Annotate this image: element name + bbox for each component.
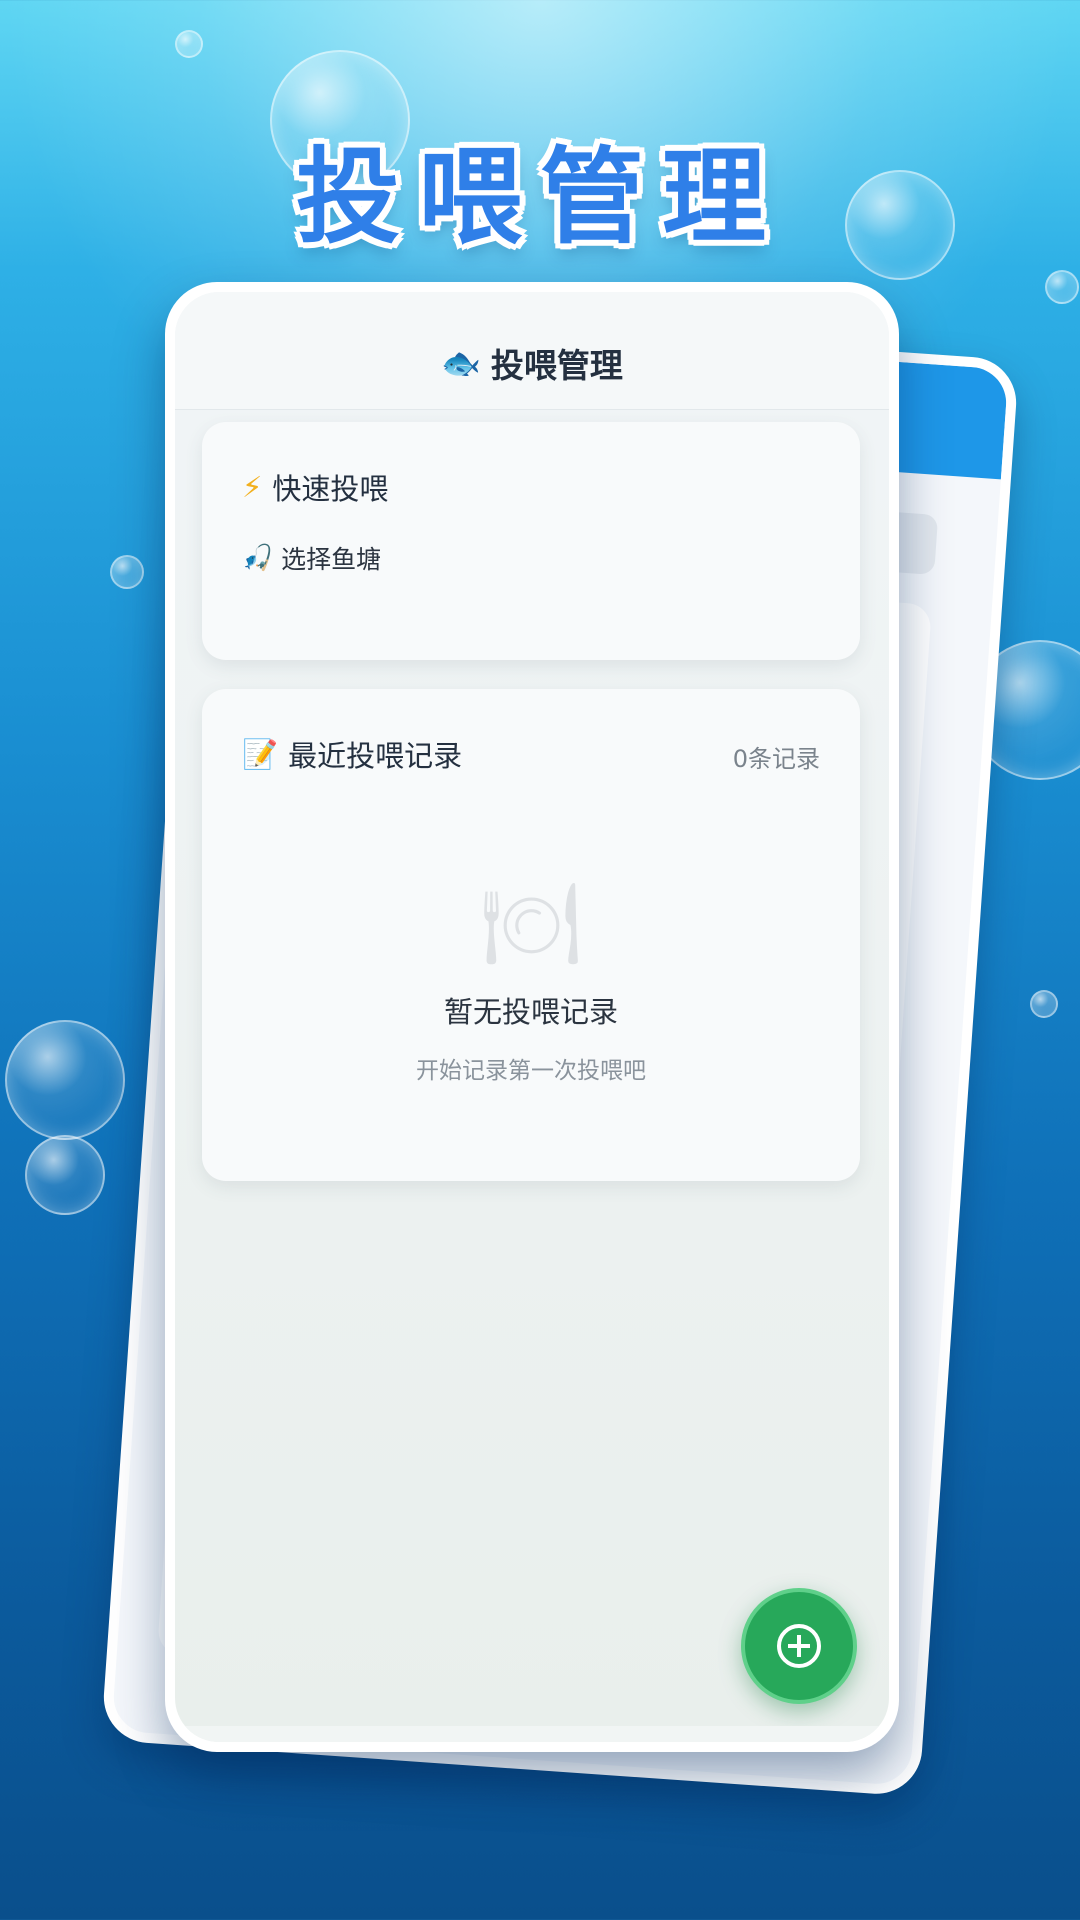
recent-records-title: 📝 最近投喂记录 bbox=[242, 733, 462, 775]
memo-icon: 📝 bbox=[242, 736, 279, 771]
quick-feed-title-text: 快速投喂 bbox=[272, 472, 389, 506]
bubble-decoration bbox=[1045, 270, 1079, 304]
phone-mockup: 🐟 投喂管理 ⚡ 快速投喂 🎣 选择鱼塘 📝 最近投喂记录 0条记录 🍽 暂无投… bbox=[165, 282, 899, 1752]
quick-feed-card: ⚡ 快速投喂 🎣 选择鱼塘 bbox=[202, 422, 860, 660]
fish-icon: 🐟 bbox=[441, 344, 481, 382]
fork-knife-plate-icon: 🍽 bbox=[480, 877, 582, 970]
bubble-decoration bbox=[175, 30, 203, 58]
record-count: 0条记录 bbox=[732, 745, 820, 773]
recent-records-title-text: 最近投喂记录 bbox=[288, 739, 463, 773]
bubble-decoration bbox=[110, 555, 144, 589]
quick-feed-title: ⚡ 快速投喂 bbox=[242, 466, 388, 508]
app-header: 🐟 投喂管理 bbox=[175, 292, 889, 410]
lightning-icon: ⚡ bbox=[242, 470, 263, 504]
recent-records-card: 📝 最近投喂记录 0条记录 🍽 暂无投喂记录 开始记录第一次投喂吧 bbox=[202, 689, 860, 1181]
bubble-decoration bbox=[5, 1020, 125, 1140]
bubble-decoration bbox=[25, 1135, 105, 1215]
select-pond-button[interactable]: 🎣 选择鱼塘 bbox=[242, 540, 381, 576]
banner-title: 投喂管理 bbox=[295, 136, 784, 258]
select-pond-label: 选择鱼塘 bbox=[281, 545, 382, 574]
page-title: 🐟 投喂管理 bbox=[441, 339, 623, 387]
plus-circle-icon bbox=[777, 1624, 821, 1668]
home-indicator bbox=[175, 1726, 889, 1742]
fishing-rod-icon: 🎣 bbox=[242, 543, 274, 572]
page-title-text: 投喂管理 bbox=[490, 346, 623, 385]
add-feeding-button[interactable] bbox=[741, 1588, 857, 1704]
bubble-decoration bbox=[1030, 990, 1058, 1018]
empty-state-title: 暂无投喂记录 bbox=[443, 995, 618, 1029]
empty-state-subtitle: 开始记录第一次投喂吧 bbox=[416, 1058, 646, 1084]
app-screen: 🐟 投喂管理 ⚡ 快速投喂 🎣 选择鱼塘 📝 最近投喂记录 0条记录 🍽 暂无投… bbox=[175, 292, 889, 1742]
